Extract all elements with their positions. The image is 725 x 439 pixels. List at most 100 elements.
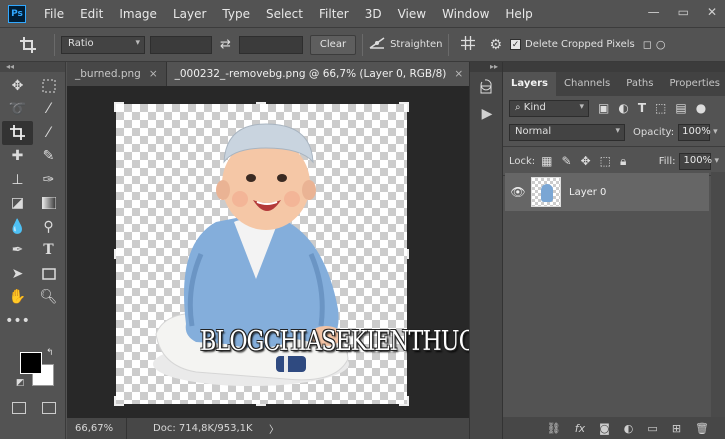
crop-handle[interactable]: [399, 102, 409, 112]
gradient-tool-icon[interactable]: [33, 192, 64, 216]
maximize-button[interactable]: ▭: [678, 5, 689, 19]
layer-name[interactable]: Layer 0: [569, 187, 606, 198]
shape-filter-icon[interactable]: ⬚: [655, 101, 666, 115]
quick-mask-icon[interactable]: [12, 402, 26, 414]
lock-all-icon[interactable]: 🔒︎: [620, 154, 626, 169]
layer-style-fx-icon[interactable]: fx: [575, 422, 585, 435]
add-mask-icon[interactable]: ◙: [599, 422, 610, 435]
gear-icon[interactable]: ⚙: [489, 37, 502, 53]
actions-play-icon[interactable]: ▶: [470, 100, 504, 128]
zoom-tool-icon[interactable]: 🔍︎: [33, 286, 64, 310]
new-layer-icon[interactable]: ⊞: [672, 422, 681, 435]
crop-tool-icon[interactable]: [2, 121, 33, 145]
crop-handle[interactable]: [256, 404, 266, 406]
close-tab-icon[interactable]: ×: [149, 68, 158, 80]
crop-handle[interactable]: [114, 102, 124, 112]
crop-handle[interactable]: [114, 396, 124, 406]
panel-collapse[interactable]: [503, 62, 725, 72]
smart-object-filter-icon[interactable]: ▤: [675, 101, 686, 115]
more-tools-icon[interactable]: •••: [2, 309, 33, 333]
menu-edit[interactable]: Edit: [72, 7, 111, 21]
menu-view[interactable]: View: [390, 7, 434, 21]
menu-layer[interactable]: Layer: [165, 7, 214, 21]
menu-type[interactable]: Type: [214, 7, 258, 21]
tab-layers[interactable]: Layers: [503, 72, 556, 96]
menu-window[interactable]: Window: [434, 7, 497, 21]
adjustment-layer-icon[interactable]: ◐: [624, 422, 634, 435]
marquee-tool-icon[interactable]: [33, 74, 64, 98]
filter-toggle-icon[interactable]: ●: [696, 101, 706, 115]
path-selection-tool-icon[interactable]: ➤: [2, 262, 33, 286]
swap-icon[interactable]: ⇄: [220, 37, 231, 52]
ratio-select[interactable]: Ratio: [61, 35, 145, 54]
pixel-filter-icon[interactable]: ▣: [598, 101, 609, 115]
menu-help[interactable]: Help: [497, 7, 540, 21]
menu-select[interactable]: Select: [258, 7, 311, 21]
lock-transparent-icon[interactable]: ▦: [541, 154, 552, 168]
height-field[interactable]: [238, 35, 303, 54]
hand-tool-icon[interactable]: ✋: [2, 286, 33, 310]
eraser-tool-icon[interactable]: ◪: [2, 192, 33, 216]
lock-position-icon[interactable]: ✥: [581, 154, 591, 168]
panel-scrollbar[interactable]: [711, 172, 725, 418]
delete-cropped-checkbox[interactable]: ✓: [510, 39, 522, 50]
delete-layer-trash-icon[interactable]: 🗑︎: [695, 422, 709, 435]
menu-image[interactable]: Image: [111, 7, 165, 21]
menu-3d[interactable]: 3D: [357, 7, 390, 21]
width-field[interactable]: [150, 35, 212, 54]
toolbox-collapse[interactable]: ◂◂: [0, 62, 65, 72]
type-tool-icon[interactable]: T: [33, 239, 64, 263]
history-brush-tool-icon[interactable]: ✑: [33, 168, 64, 192]
tab-removebg[interactable]: _000232_-removebg.png @ 66,7% (Layer 0, …: [166, 62, 473, 86]
clear-button[interactable]: Clear: [309, 34, 357, 55]
healing-brush-tool-icon[interactable]: ✚: [2, 145, 33, 169]
grid-overlay-icon[interactable]: [461, 36, 476, 53]
minimize-button[interactable]: —: [648, 5, 660, 19]
crop-handle[interactable]: [256, 102, 266, 104]
image-canvas[interactable]: [114, 102, 409, 406]
magic-wand-tool-icon[interactable]: ⁄: [33, 98, 64, 122]
rectangle-tool-icon[interactable]: [33, 262, 64, 286]
eyedropper-tool-icon[interactable]: ⁄: [33, 121, 64, 145]
move-tool-icon[interactable]: ✥: [2, 74, 33, 98]
content-aware-icon[interactable]: ◻: [643, 38, 652, 51]
default-colors-icon[interactable]: ◩: [16, 378, 25, 388]
visibility-eye-icon[interactable]: 👁︎: [505, 185, 531, 199]
kind-filter-select[interactable]: ⌕ Kind: [509, 99, 589, 117]
swap-colors-icon[interactable]: ↰: [46, 348, 54, 358]
close-tab-icon[interactable]: ×: [454, 68, 463, 80]
screen-mode-icon[interactable]: [42, 402, 56, 414]
straighten-label[interactable]: Straighten: [390, 39, 442, 50]
tab-burned[interactable]: _burned.png ×: [67, 62, 167, 86]
content-aware-toggle-icon[interactable]: ○: [656, 38, 666, 51]
tab-channels[interactable]: Channels: [556, 72, 618, 96]
fill-field[interactable]: 100%: [679, 152, 712, 170]
type-filter-icon[interactable]: T: [638, 101, 646, 115]
crop-handle[interactable]: [399, 396, 409, 406]
new-group-folder-icon[interactable]: ▭: [647, 422, 657, 435]
lock-image-icon[interactable]: ✎: [562, 154, 572, 168]
dodge-tool-icon[interactable]: ⚲: [33, 215, 64, 239]
brush-tool-icon[interactable]: ✎: [33, 145, 64, 169]
pen-tool-icon[interactable]: ✒: [2, 239, 33, 263]
close-window-button[interactable]: ✕: [707, 5, 717, 19]
status-menu-arrow[interactable]: 〉: [269, 421, 279, 436]
chevron-down-icon[interactable]: ▾: [713, 127, 718, 137]
blend-mode-select[interactable]: Normal: [509, 123, 625, 141]
zoom-level[interactable]: 66,67%: [67, 418, 127, 439]
straighten-icon[interactable]: [369, 37, 385, 52]
crop-tool-preset-icon[interactable]: [10, 33, 48, 57]
link-layers-icon[interactable]: ⛓: [547, 422, 561, 435]
crop-handle[interactable]: [407, 249, 409, 259]
dock-collapse[interactable]: ▸▸: [470, 62, 502, 72]
lasso-tool-icon[interactable]: ➰: [2, 98, 33, 122]
opacity-field[interactable]: 100%: [678, 123, 711, 141]
lock-artboard-icon[interactable]: ⬚: [600, 154, 611, 168]
foreground-color-swatch[interactable]: [20, 352, 42, 374]
adjustment-filter-icon[interactable]: ◐: [618, 101, 628, 115]
blur-tool-icon[interactable]: 💧: [2, 215, 33, 239]
menu-filter[interactable]: Filter: [311, 7, 357, 21]
clone-stamp-tool-icon[interactable]: ⊥: [2, 168, 33, 192]
tab-properties[interactable]: Properties: [661, 72, 725, 96]
menu-file[interactable]: File: [36, 7, 72, 21]
